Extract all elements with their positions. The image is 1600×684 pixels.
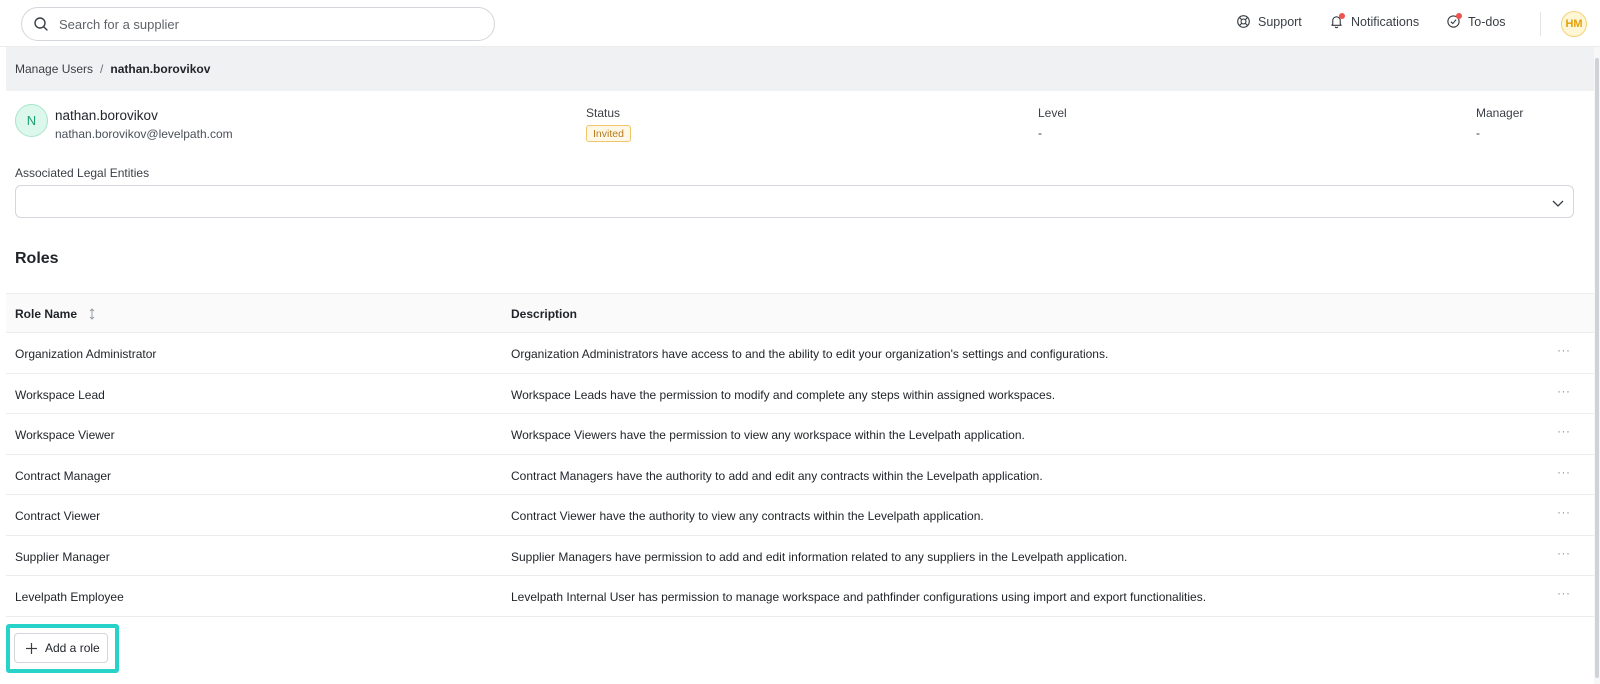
role-name: Contract Viewer [15, 509, 101, 523]
search-placeholder: Search for a supplier [59, 16, 179, 32]
breadcrumb-current: nathan.borovikov [110, 62, 211, 76]
status-label: Status [586, 106, 621, 120]
column-header-role-name[interactable]: Role Name [15, 307, 97, 321]
table-row[interactable]: Workspace Viewer Workspace Viewers have … [6, 414, 1594, 455]
table-row[interactable]: Supplier Manager Supplier Managers have … [6, 536, 1594, 576]
role-description: Contract Viewer have the authority to vi… [511, 509, 984, 523]
roles-table-header: Role Name Description [6, 293, 1594, 333]
legal-entities-select[interactable] [15, 185, 1574, 218]
notifications-label: Notifications [1351, 14, 1420, 29]
user-email: nathan.borovikov@levelpath.com [55, 127, 233, 141]
plus-icon [26, 642, 37, 654]
role-description: Contract Managers have the authority to … [511, 468, 1043, 483]
legal-entities-label: Associated Legal Entities [15, 166, 150, 180]
role-description: Workspace Viewers have the permission to… [511, 428, 1025, 442]
support-link[interactable]: Support [1236, 14, 1302, 29]
role-name: Workspace Lead [15, 387, 105, 402]
notification-badge [1339, 13, 1345, 19]
roles-table: Role Name Description Organization Admin… [6, 293, 1594, 617]
table-row[interactable]: Contract Manager Contract Managers have … [6, 455, 1594, 495]
topbar-divider [1540, 12, 1541, 36]
breadcrumb: Manage Users / nathan.borovikov [6, 47, 1596, 91]
chevron-down-icon [1552, 200, 1564, 207]
row-menu-icon[interactable]: ··· [1557, 546, 1571, 560]
manager-label: Manager [1476, 106, 1524, 120]
supplier-search-input[interactable]: Search for a supplier [21, 7, 495, 41]
column-header-description: Description [511, 307, 578, 321]
user-avatar: N [15, 104, 48, 137]
user-name: nathan.borovikov [55, 108, 158, 123]
row-menu-icon[interactable]: ··· [1557, 465, 1571, 479]
manager-value: - [1476, 126, 1480, 140]
table-row[interactable]: Contract Viewer Contract Viewer have the… [6, 495, 1594, 536]
top-bar: Search for a supplier Support Notificati… [0, 0, 1600, 47]
table-row[interactable]: Workspace Lead Workspace Leads have the … [6, 374, 1594, 414]
role-name: Organization Administrator [15, 347, 157, 361]
level-value: - [1038, 126, 1042, 140]
lifebuoy-icon [1237, 15, 1250, 28]
add-role-button[interactable]: Add a role [14, 633, 108, 663]
table-row[interactable]: Organization Administrator Organization … [6, 333, 1594, 374]
role-name: Supplier Manager [15, 549, 110, 564]
table-row[interactable]: Levelpath Employee Levelpath Internal Us… [6, 576, 1594, 617]
breadcrumb-separator: / [100, 62, 104, 76]
column-role-name-label: Role Name [15, 307, 78, 321]
role-name: Contract Manager [15, 468, 112, 483]
todos-link[interactable]: To-dos [1446, 13, 1506, 29]
sort-icon[interactable] [87, 308, 97, 320]
role-description: Supplier Managers have permission to add… [511, 549, 1128, 564]
todos-label: To-dos [1468, 14, 1506, 29]
scrollbar-thumb[interactable] [1595, 58, 1599, 678]
row-menu-icon[interactable]: ··· [1557, 424, 1571, 438]
status-badge: Invited [586, 125, 631, 142]
role-name: Levelpath Employee [15, 590, 124, 604]
current-user-avatar[interactable]: HM [1561, 11, 1587, 37]
role-name: Workspace Viewer [15, 428, 115, 442]
todos-badge [1456, 13, 1462, 19]
support-label: Support [1258, 14, 1302, 29]
row-menu-icon[interactable]: ··· [1557, 505, 1571, 519]
role-description: Levelpath Internal User has permission t… [511, 590, 1207, 604]
breadcrumb-manage-users[interactable]: Manage Users [15, 62, 93, 76]
row-menu-icon[interactable]: ··· [1557, 384, 1571, 398]
search-icon [34, 17, 48, 31]
row-menu-icon[interactable]: ··· [1557, 586, 1571, 600]
role-description: Workspace Leads have the permission to m… [511, 387, 1056, 402]
add-role-label: Add a role [45, 641, 100, 655]
notifications-link[interactable]: Notifications [1329, 13, 1420, 29]
level-label: Level [1038, 106, 1067, 120]
roles-heading: Roles [15, 250, 59, 267]
role-description: Organization Administrators have access … [511, 347, 1109, 361]
row-menu-icon[interactable]: ··· [1557, 343, 1571, 357]
